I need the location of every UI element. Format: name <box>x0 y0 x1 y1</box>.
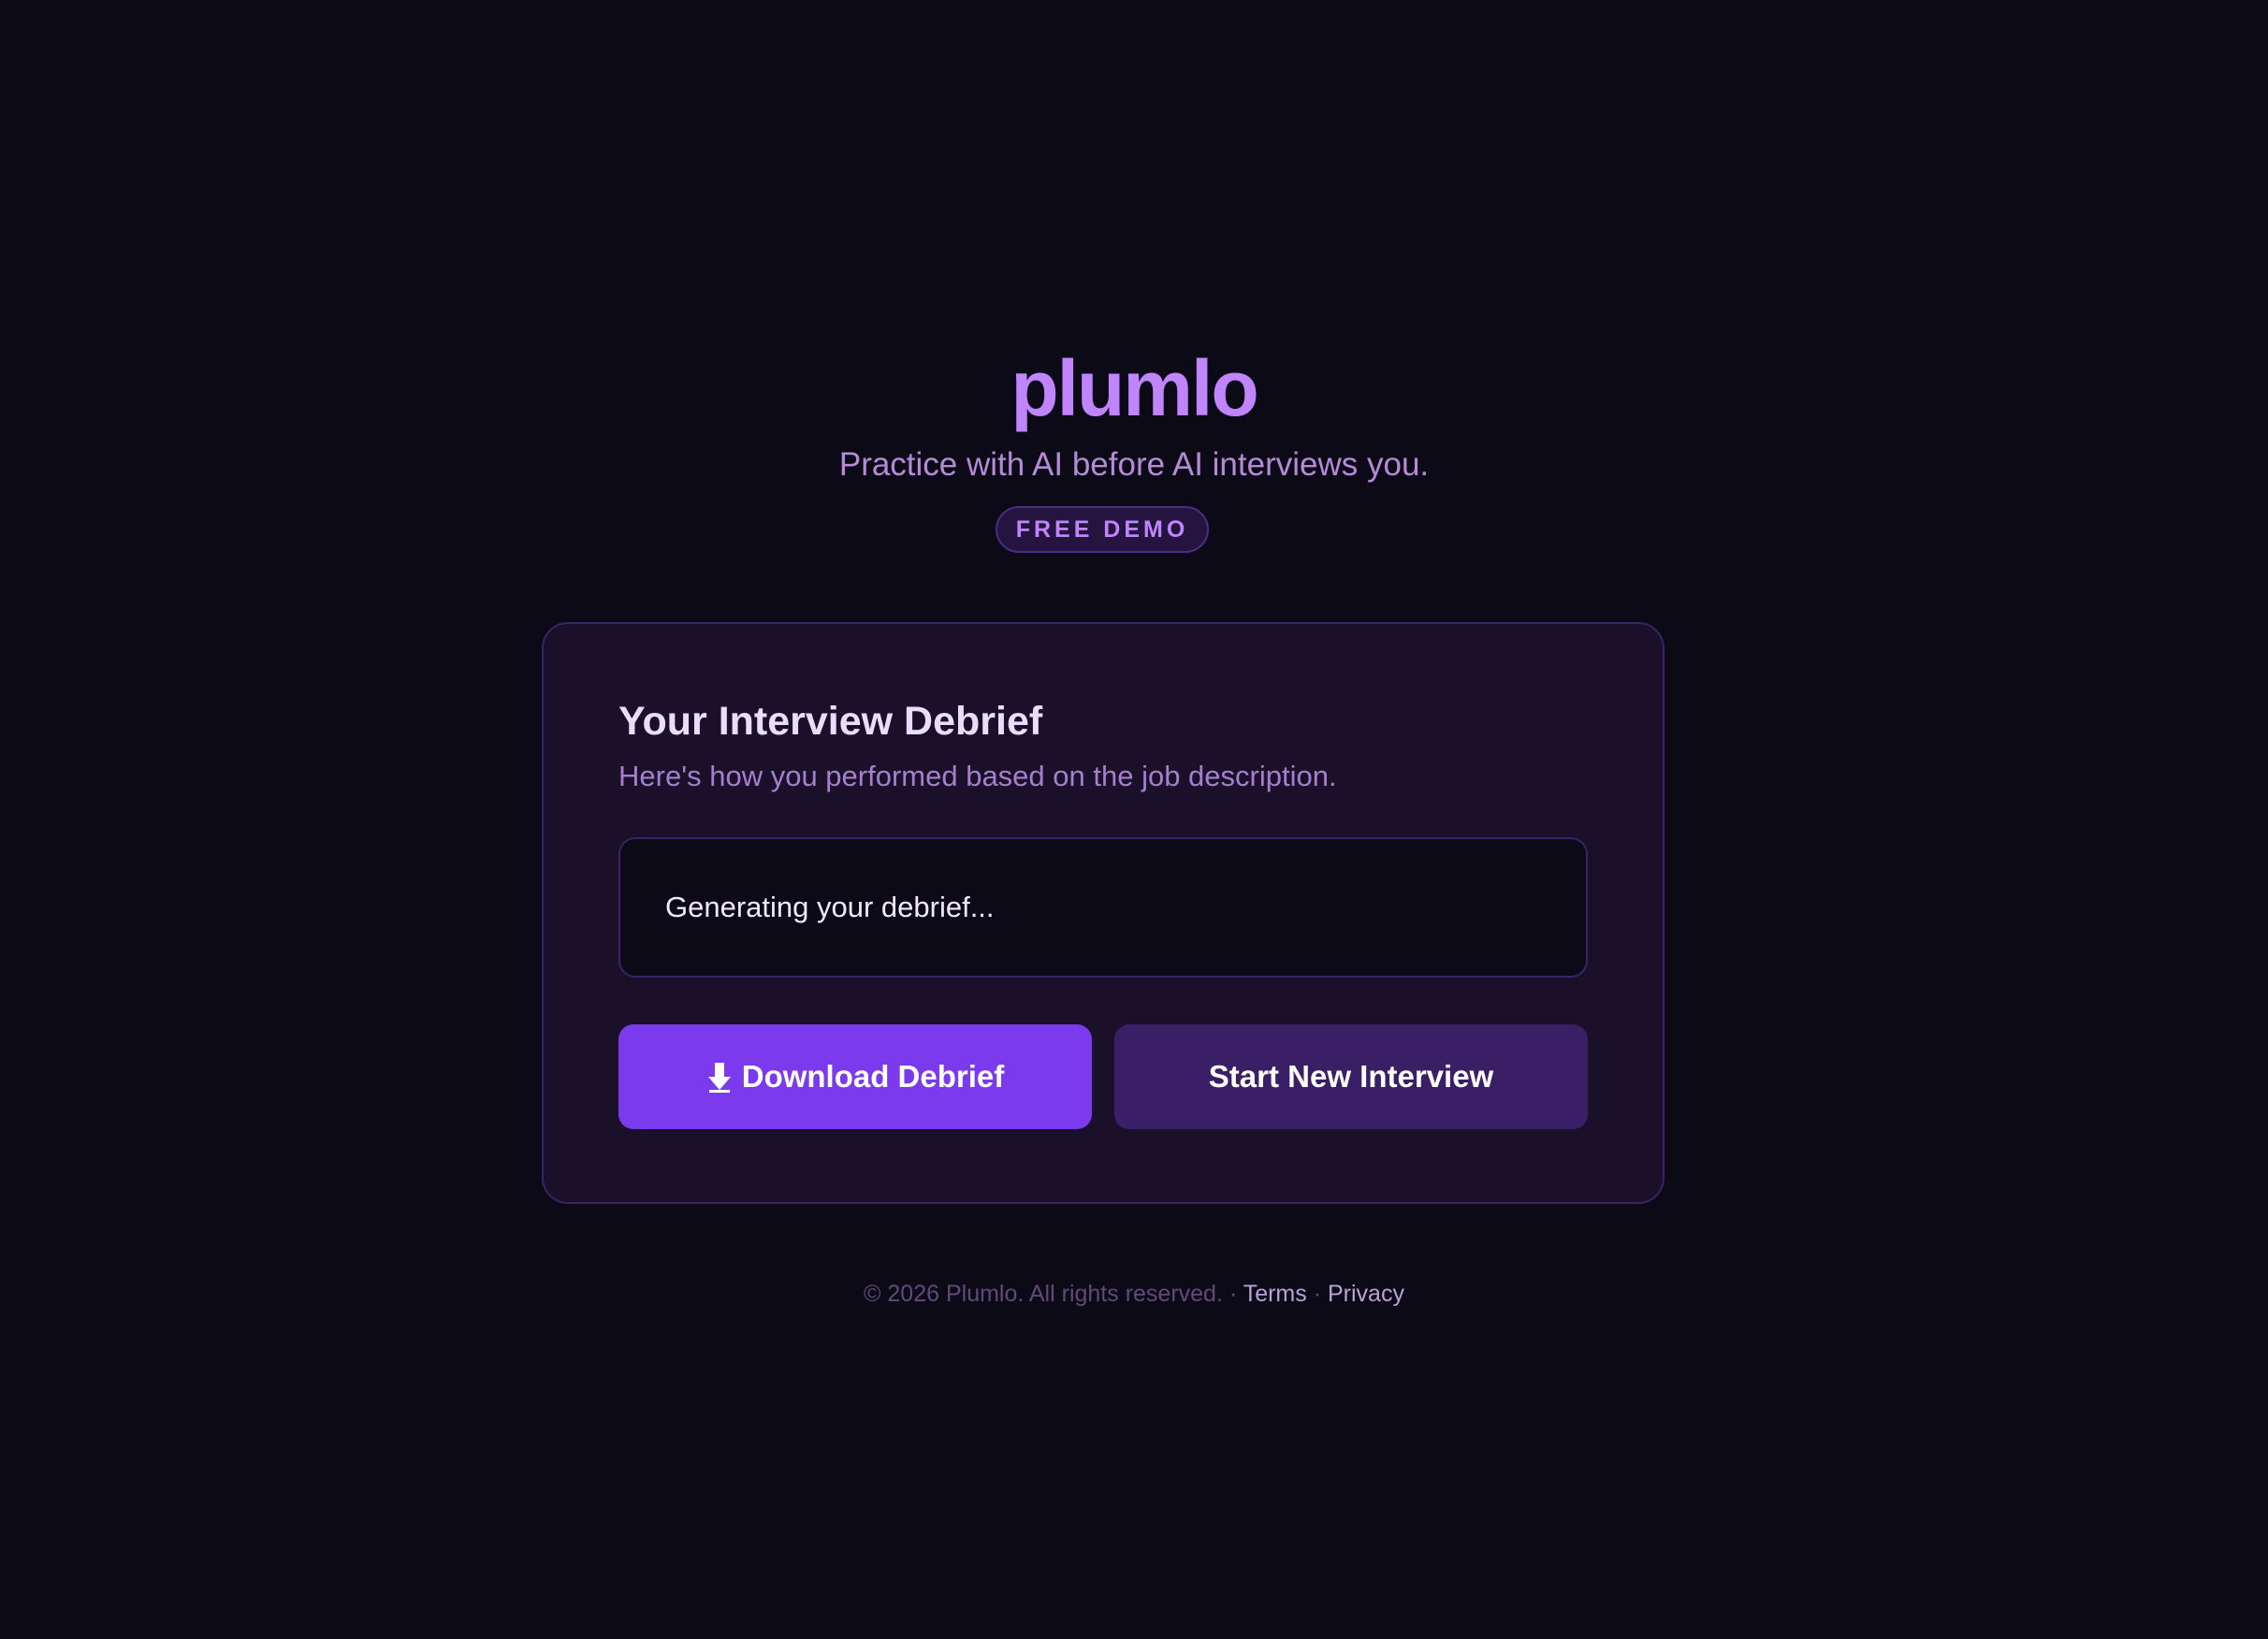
tagline: Practice with AI before AI interviews yo… <box>838 446 1430 483</box>
free-demo-badge: FREE DEMO <box>996 506 1209 553</box>
start-new-interview-label: Start New Interview <box>1208 1059 1494 1094</box>
generating-status: Generating your debrief... <box>665 891 995 923</box>
debrief-output-box: Generating your debrief... <box>618 837 1588 978</box>
download-debrief-label: Download Debrief <box>741 1059 1005 1094</box>
privacy-link[interactable]: Privacy <box>1328 1281 1404 1307</box>
footer-separator: · <box>1228 1281 1238 1307</box>
start-new-interview-button[interactable]: Start New Interview <box>1114 1024 1588 1129</box>
download-debrief-button[interactable]: Download Debrief <box>618 1024 1092 1129</box>
footer: © 2026 Plumlo. All rights reserved. · Te… <box>0 1278 2268 1310</box>
debrief-title: Your Interview Debrief <box>618 699 1043 744</box>
footer-separator: · <box>1313 1281 1322 1307</box>
brand-logo: plumlo <box>1010 344 1258 432</box>
terms-link[interactable]: Terms <box>1243 1281 1307 1307</box>
download-arrow-icon <box>706 1062 733 1094</box>
debrief-card: Your Interview Debrief Here's how you pe… <box>542 622 1665 1204</box>
debrief-subtitle: Here's how you performed based on the jo… <box>618 760 1337 792</box>
page: plumlo Practice with AI before AI interv… <box>0 0 2268 1639</box>
copyright-text: © 2026 Plumlo. All rights reserved. <box>864 1281 1223 1307</box>
